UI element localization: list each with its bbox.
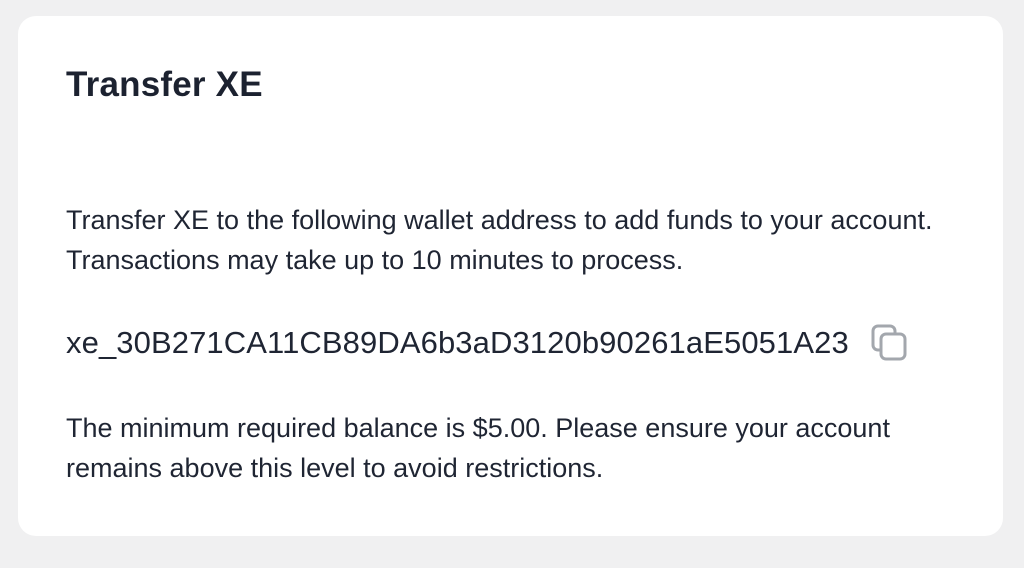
card-title: Transfer XE [66, 65, 263, 104]
wallet-address-row: xe_30B271CA11CB89DA6b3aD3120b90261aE5051… [66, 321, 909, 365]
transfer-instructions: Transfer XE to the following wallet addr… [66, 205, 933, 275]
transfer-card: Transfer XE Transfer XE to the following… [18, 16, 1003, 536]
minimum-balance-note: The minimum required balance is $5.00. P… [66, 413, 890, 483]
copy-icon [871, 324, 907, 361]
copy-address-button[interactable] [871, 324, 909, 362]
wallet-address[interactable]: xe_30B271CA11CB89DA6b3aD3120b90261aE5051… [66, 321, 849, 365]
